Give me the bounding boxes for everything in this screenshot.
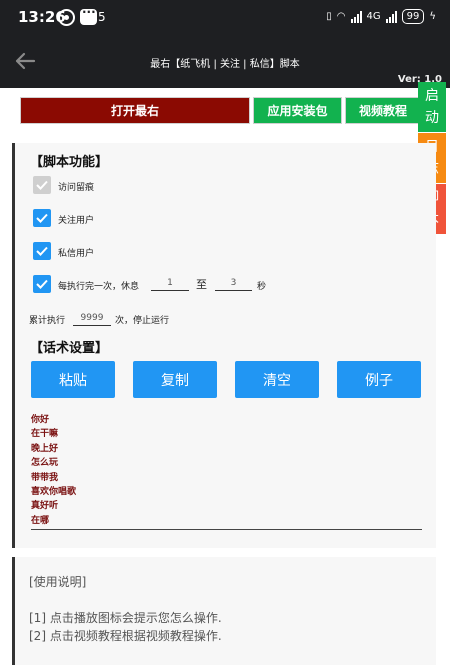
script-line: 你好 xyxy=(31,415,50,425)
tab-start[interactable]: 启动 xyxy=(418,82,446,132)
rest-to-label: 至 xyxy=(196,278,207,291)
pinwheel-icon xyxy=(58,9,75,26)
script-line: 喜欢你唱歌 xyxy=(31,487,77,498)
message-icon xyxy=(80,5,97,25)
rest-max-input[interactable]: 3 xyxy=(215,277,252,291)
page-title: 最右【纸飞机 | 关注 | 私信】脚本 xyxy=(150,59,300,70)
stop-count-input[interactable]: 9999 xyxy=(73,312,111,326)
follow-user-checkbox[interactable] xyxy=(33,209,51,227)
install-package-button[interactable]: 应用安装包 xyxy=(253,97,342,124)
visit-trace-checkbox[interactable] xyxy=(33,176,51,194)
status-icons: ▯ ◠ 4G 99 ϟ xyxy=(326,9,436,24)
example-button[interactable]: 例子 xyxy=(337,361,421,398)
script-line: 晚上好 xyxy=(31,443,59,454)
video-tutorial-button[interactable]: 视频教程 xyxy=(345,97,421,124)
script-line: 在干嘛 xyxy=(31,429,59,440)
script-line: 怎么玩 xyxy=(31,458,59,469)
script-line: 真好听 xyxy=(31,501,59,512)
clear-button[interactable]: 清空 xyxy=(235,361,319,398)
vibrate-icon: ▯ xyxy=(326,11,332,22)
script-line: 带带我 xyxy=(31,472,59,483)
signal-icon xyxy=(350,10,362,23)
open-app-button[interactable]: 打开最右 xyxy=(20,97,250,124)
script-line: 在哪 xyxy=(31,515,50,526)
textarea-underline xyxy=(31,529,422,530)
status-bar: 13:26 5 ▯ ◠ 4G 99 ϟ xyxy=(0,0,450,34)
charging-icon: ϟ xyxy=(429,11,436,22)
title-bar: 最右【纸飞机 | 关注 | 私信】脚本 Ver: 1.0 xyxy=(0,34,450,88)
usage-card: [使用说明] [1] 点击播放图标会提示您怎么操作. [2] 点击视频教程根据视… xyxy=(12,557,436,665)
rest-min-input[interactable]: 1 xyxy=(151,277,189,291)
paste-button[interactable]: 粘贴 xyxy=(31,361,115,398)
battery-level: 99 xyxy=(401,9,425,24)
network-type: 4G xyxy=(366,11,381,22)
usage-title: [使用说明] xyxy=(29,575,87,589)
signal-icon-2 xyxy=(385,10,397,23)
rest-unit-label: 秒 xyxy=(257,282,267,292)
stop-prefix-label: 累计执行 xyxy=(29,316,66,326)
follow-user-label: 关注用户 xyxy=(58,216,95,226)
dm-user-label: 私信用户 xyxy=(58,249,95,259)
script-textarea[interactable]: 你好 在干嘛 晚上好 怎么玩 带带我 喜欢你唱歌 真好听 在哪 xyxy=(31,413,421,528)
main-content: 打开最右 应用安装包 视频教程 启动 日志 脚本 【脚本功能】 访问留痕 关注用… xyxy=(0,82,450,672)
rest-checkbox[interactable] xyxy=(33,275,51,293)
talk-settings-title: 【话术设置】 xyxy=(30,341,109,356)
visit-trace-label: 访问留痕 xyxy=(58,183,95,193)
wifi-icon: ◠ xyxy=(336,11,346,22)
rest-label: 每执行完一次，休息 xyxy=(58,282,140,292)
features-title: 【脚本功能】 xyxy=(30,155,109,170)
stop-suffix-label: 次，停止运行 xyxy=(115,316,170,326)
usage-item: [2] 点击视频教程根据视频教程操作. xyxy=(29,629,222,643)
copy-button[interactable]: 复制 xyxy=(133,361,217,398)
notification-count: 5 xyxy=(98,10,106,24)
usage-item: [1] 点击播放图标会提示您怎么操作. xyxy=(29,611,222,625)
dm-user-checkbox[interactable] xyxy=(33,242,51,260)
